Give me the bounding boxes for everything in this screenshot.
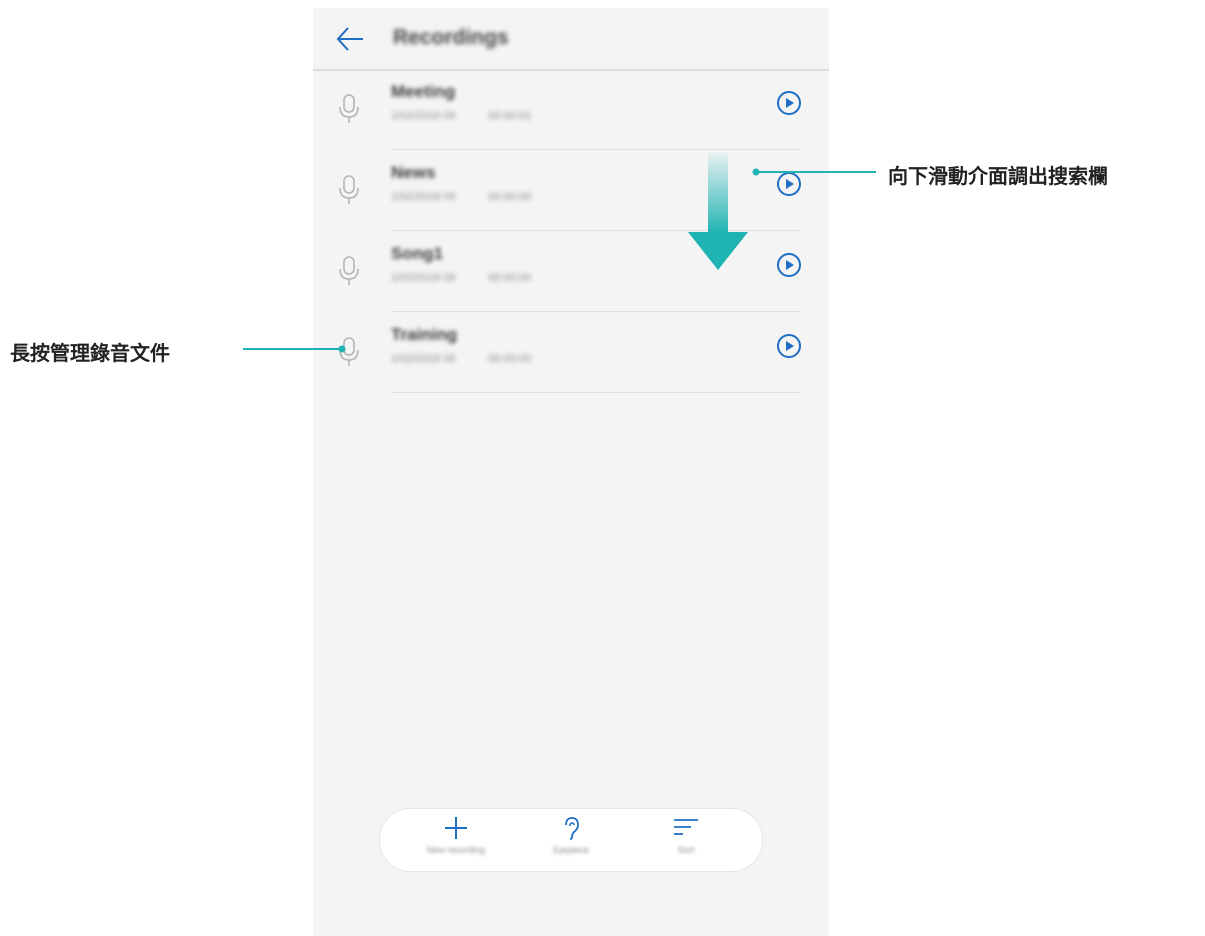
microphone-icon [339, 94, 359, 123]
play-icon[interactable] [776, 171, 802, 197]
earpiece-label: Earpiece [553, 845, 589, 855]
recorder-screen: Recordings Meeting 1/02/2018 09 00:00:01… [313, 8, 829, 936]
swipe-down-annotation: 向下滑動介面調出搜索欄 [888, 164, 1108, 188]
bottom-action-bar: New recording Earpiece Sort [379, 808, 763, 872]
recording-date: 1/02/2018 09 [391, 191, 456, 203]
recording-row[interactable]: Training 1/02/2018 09 00:00:00 [313, 313, 829, 393]
recording-row[interactable]: Meeting 1/02/2018 09 00:00:01 [313, 70, 829, 150]
recording-row[interactable]: News 1/02/2018 09 00:00:00 [313, 151, 829, 231]
ear-icon [565, 817, 579, 840]
earpiece-button[interactable]: Earpiece [516, 815, 626, 855]
recording-name: Meeting [391, 82, 456, 101]
recording-date: 1/02/2018 09 [391, 353, 456, 365]
sort-icon [674, 819, 698, 835]
new-recording-label: New recording [426, 845, 486, 855]
arrow-left-icon[interactable] [335, 26, 365, 52]
play-icon[interactable] [776, 252, 802, 278]
row-divider [391, 230, 801, 231]
recording-date: 1/02/2018 09 [391, 272, 456, 284]
header: Recordings [313, 8, 829, 71]
recording-name: Training [391, 325, 458, 344]
sort-button[interactable]: Sort [631, 815, 741, 855]
microphone-icon [339, 256, 359, 285]
recording-date: 1/02/2018 09 [391, 110, 456, 122]
microphone-icon [339, 175, 359, 204]
page-title: Recordings [393, 26, 509, 49]
recording-duration: 00:00:00 [488, 272, 532, 284]
sort-label: Sort [677, 845, 695, 855]
long-press-annotation: 長按管理錄音文件 [10, 341, 170, 365]
recording-meta: 1/02/2018 09 00:00:00 [391, 353, 561, 365]
plus-icon [445, 817, 467, 839]
recording-meta: 1/02/2018 09 00:00:00 [391, 191, 561, 203]
recording-meta: 1/02/2018 09 00:00:00 [391, 272, 561, 284]
recording-duration: 00:00:00 [488, 191, 532, 203]
recording-name: Song1 [391, 244, 443, 263]
row-divider [391, 311, 801, 312]
recording-duration: 00:00:00 [488, 353, 532, 365]
microphone-icon [339, 337, 359, 366]
play-icon[interactable] [776, 90, 802, 116]
row-divider [391, 392, 801, 393]
play-icon[interactable] [776, 333, 802, 359]
recording-row[interactable]: Song1 1/02/2018 09 00:00:00 [313, 232, 829, 312]
new-recording-button[interactable]: New recording [401, 815, 511, 855]
row-divider [391, 149, 801, 150]
recording-duration: 00:00:01 [488, 110, 532, 122]
recording-name: News [391, 163, 436, 182]
recording-meta: 1/02/2018 09 00:00:01 [391, 110, 561, 122]
